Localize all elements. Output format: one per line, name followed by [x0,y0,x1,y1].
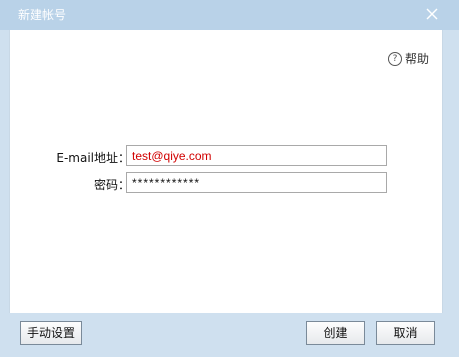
help-label: 帮助 [404,52,429,66]
dialog-footer: 手动设置 创建 取消 [0,313,459,357]
password-label: 密码： [93,178,130,192]
create-button[interactable]: 创建 [306,321,365,345]
password-field[interactable] [126,172,387,193]
question-circle-icon: ? [387,51,402,66]
manual-settings-button[interactable]: 手动设置 [20,321,82,345]
email-label: E-mail地址： [56,151,130,165]
email-field[interactable] [126,145,387,166]
cancel-button[interactable]: 取消 [376,321,435,345]
title-bar[interactable]: 新建帐号 [0,0,459,30]
dialog-content: ? 帮助 E-mail地址： 密码： [9,30,443,313]
dialog-title: 新建帐号 [18,8,67,22]
help-link[interactable]: ? 帮助 [387,50,429,67]
close-icon[interactable] [425,7,439,21]
new-account-dialog: 新建帐号 ? 帮助 E-mail地址： 密码： 手动设置 创建 取消 [0,0,459,357]
